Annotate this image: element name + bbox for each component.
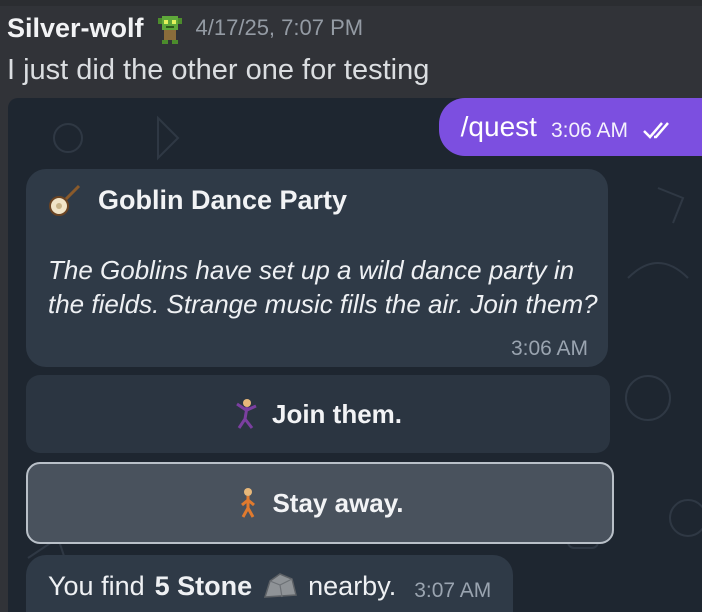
result-time: 3:07 AM xyxy=(414,579,492,602)
message-header: Silver-wolf 4/17/25, 7:07 PM xyxy=(7,12,363,44)
stay-away-button[interactable]: Stay away. xyxy=(26,462,614,544)
top-divider xyxy=(0,0,702,6)
message-text: I just did the other one for testing xyxy=(7,54,430,86)
result-prefix: You find xyxy=(48,570,145,601)
quest-message-bubble: Goblin Dance Party The Goblins have set … xyxy=(26,169,608,367)
result-item: 5 Stone xyxy=(154,570,253,601)
outgoing-message-bubble[interactable]: /quest 3:06 AM xyxy=(438,98,702,156)
banjo-icon xyxy=(49,184,81,216)
result-suffix: nearby. xyxy=(308,570,397,601)
double-check-icon xyxy=(643,122,669,139)
goblin-icon xyxy=(157,16,182,44)
dancing-person-icon xyxy=(236,399,257,429)
quest-title: Goblin Dance Party xyxy=(98,184,348,215)
rock-icon xyxy=(264,573,298,598)
result-message-bubble: You find 5 Stone nearby. 3:07 AM xyxy=(26,555,514,612)
join-them-label: Join them. xyxy=(271,398,402,429)
username[interactable]: Silver-wolf xyxy=(7,13,144,44)
command-text: /quest xyxy=(460,111,537,142)
quest-description: The Goblins have set up a wild dance par… xyxy=(48,255,598,319)
walking-person-icon xyxy=(241,488,256,518)
message-timestamp: 4/17/25, 7:07 PM xyxy=(195,15,364,40)
quest-title-row: Goblin Dance Party xyxy=(48,183,347,217)
screenshot-attachment[interactable]: /quest 3:06 AM Goblin Dance Party The Go… xyxy=(8,98,702,612)
stay-away-label: Stay away. xyxy=(272,487,404,518)
outgoing-time: 3:06 AM xyxy=(550,119,628,142)
quest-time: 3:06 AM xyxy=(510,337,588,360)
join-them-button[interactable]: Join them. xyxy=(26,375,610,453)
